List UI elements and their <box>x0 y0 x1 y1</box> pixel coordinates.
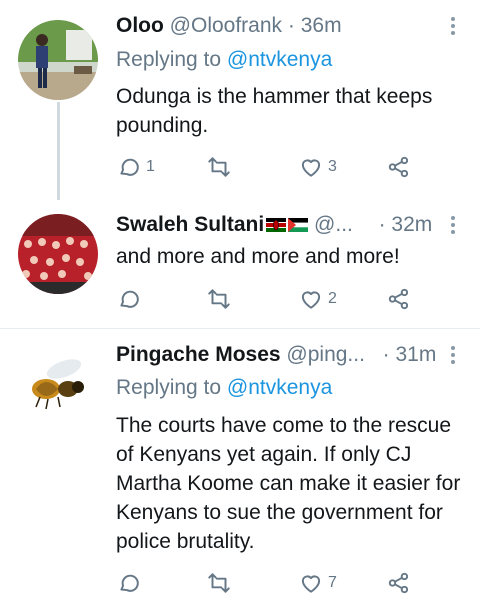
heart-icon <box>301 159 321 177</box>
separator: · <box>382 343 390 366</box>
tweet-text: and more and more and more! <box>116 245 400 268</box>
replying-to: Replying to @ntvkenya <box>116 48 332 72</box>
replying-to-handle[interactable]: @ntvkenya <box>227 48 332 71</box>
replying-to-label: Replying to <box>116 48 222 71</box>
thread-line <box>57 102 60 200</box>
user-handle[interactable]: @... <box>314 213 353 236</box>
reply-button[interactable]: 1 <box>116 150 155 184</box>
share-icon <box>388 156 409 178</box>
like-count: 3 <box>328 158 337 175</box>
reply-count: 1 <box>146 158 155 175</box>
retweet-icon <box>208 289 230 309</box>
timestamp[interactable]: 32m <box>391 213 432 236</box>
like-count: 7 <box>328 574 337 591</box>
retweet-icon <box>208 573 230 593</box>
replying-to-label: Replying to <box>116 376 222 399</box>
display-name[interactable]: Pingache Moses <box>116 343 281 366</box>
palestine-flag-icon <box>288 218 309 233</box>
tweet-header: Oloo @Oloofrank · 36m <box>116 14 480 48</box>
tweet-1[interactable]: Oloo @Oloofrank · 36m Replying to @ntvke… <box>0 0 480 200</box>
reply-button[interactable] <box>116 282 146 316</box>
retweet-button[interactable] <box>206 150 236 184</box>
share-icon <box>388 288 409 310</box>
reply-icon <box>120 574 139 592</box>
more-options-icon[interactable] <box>450 14 456 40</box>
kenya-flag-icon <box>266 218 287 233</box>
tweet-actions: 1 3 <box>116 150 416 184</box>
retweet-button[interactable] <box>206 566 236 600</box>
tweet-text: Odunga is the hammer that keeps pounding… <box>116 85 433 137</box>
share-icon <box>388 572 409 594</box>
display-name[interactable]: Swaleh Sultani <box>116 213 264 236</box>
more-options-icon[interactable] <box>450 343 456 369</box>
user-handle[interactable]: @Oloofrank <box>170 14 282 37</box>
like-count: 2 <box>328 290 337 307</box>
like-button[interactable]: 7 <box>298 566 337 600</box>
reply-icon <box>120 290 139 308</box>
share-button[interactable] <box>386 150 412 184</box>
retweet-icon <box>208 157 230 177</box>
user-handle[interactable]: @ping... <box>286 343 365 366</box>
replying-to: Replying to @ntvkenya <box>116 376 332 400</box>
more-options-icon[interactable] <box>450 213 456 239</box>
timestamp[interactable]: 36m <box>301 14 342 37</box>
tweet-actions: 2 <box>116 282 416 316</box>
tweet-2[interactable]: Swaleh Sultani @... · 32m and more and m… <box>0 200 480 328</box>
tweet-text: The courts have come to the rescue of Ke… <box>116 414 461 553</box>
tweet-actions: 7 <box>116 566 416 600</box>
heart-icon <box>301 575 321 593</box>
tweet-header: Pingache Moses @ping... · 31m <box>116 343 480 377</box>
avatar[interactable] <box>18 345 98 425</box>
like-button[interactable]: 2 <box>298 282 337 316</box>
replying-to-handle[interactable]: @ntvkenya <box>227 376 332 399</box>
share-button[interactable] <box>386 282 412 316</box>
reply-icon <box>120 158 139 176</box>
separator: · <box>287 14 295 37</box>
avatar[interactable] <box>18 20 98 100</box>
tweet-3[interactable]: Pingache Moses @ping... · 31m Replying t… <box>0 329 480 598</box>
share-button[interactable] <box>386 566 412 600</box>
heart-icon <box>301 291 321 309</box>
separator: · <box>378 213 386 236</box>
reply-button[interactable] <box>116 566 146 600</box>
timestamp[interactable]: 31m <box>395 343 436 366</box>
retweet-button[interactable] <box>206 282 236 316</box>
like-button[interactable]: 3 <box>298 150 337 184</box>
avatar[interactable] <box>18 214 98 294</box>
display-name[interactable]: Oloo <box>116 14 164 37</box>
